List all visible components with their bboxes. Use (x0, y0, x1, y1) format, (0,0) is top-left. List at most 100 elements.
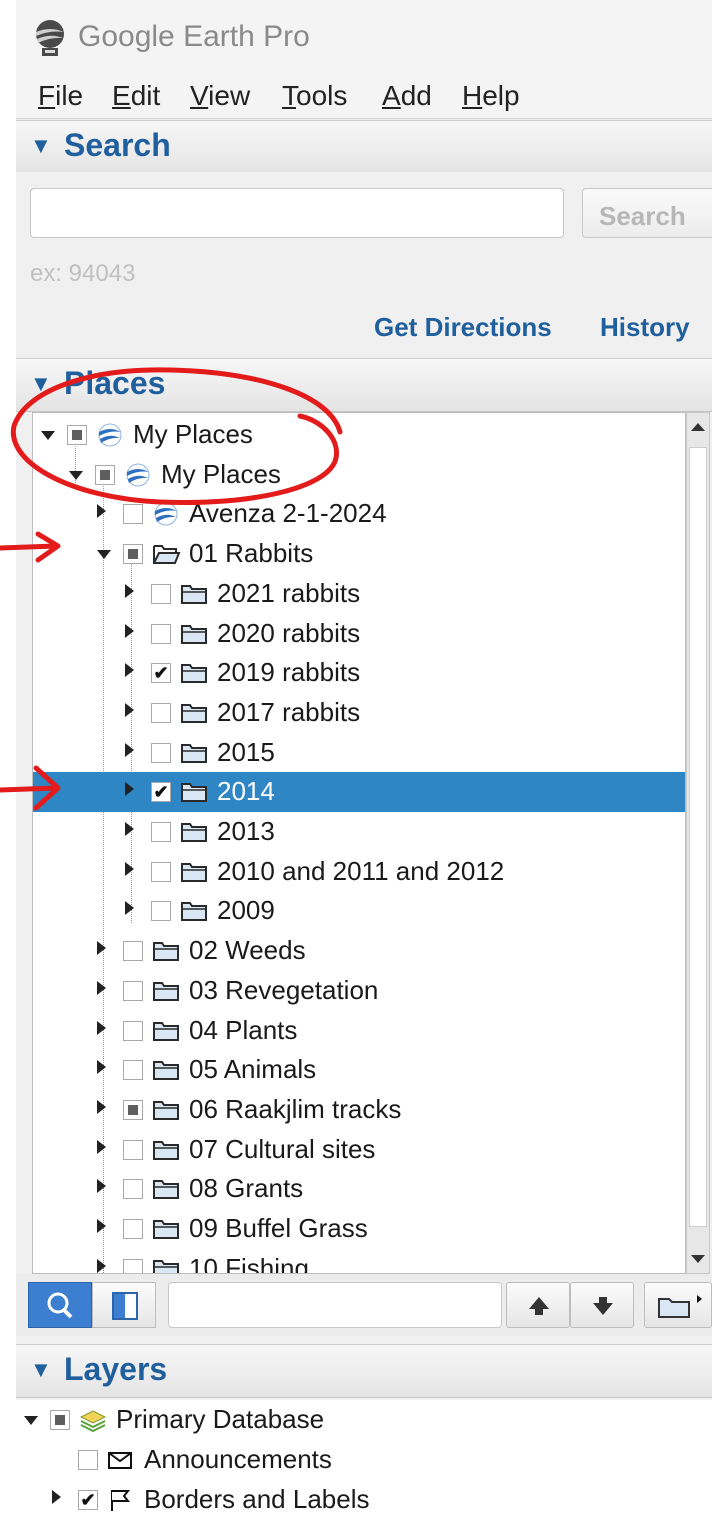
expand-right-arrow-icon[interactable] (97, 980, 106, 995)
visibility-checkbox[interactable]: ✔ (78, 1490, 98, 1510)
expand-right-arrow-icon[interactable] (97, 1099, 106, 1114)
expand-right-arrow-icon[interactable] (97, 1219, 106, 1233)
tree-row[interactable]: 02 Weeds (33, 931, 685, 971)
scroll-up-arrow-icon[interactable] (691, 423, 705, 431)
menu-file[interactable]: File (38, 80, 83, 112)
tree-row[interactable]: 2021 rabbits (33, 574, 685, 614)
tree-row[interactable]: 2010 and 2011 and 2012 (33, 852, 685, 892)
scroll-thumb[interactable] (689, 447, 707, 1227)
expand-right-arrow-icon[interactable] (52, 1490, 61, 1504)
visibility-checkbox[interactable] (123, 941, 143, 962)
visibility-checkbox[interactable] (67, 425, 87, 445)
tree-row[interactable]: Primary Database (16, 1400, 670, 1440)
expand-right-arrow-icon[interactable] (97, 1179, 106, 1194)
tree-row[interactable]: 2015 (33, 733, 685, 773)
visibility-checkbox[interactable] (123, 504, 143, 525)
expand-right-arrow-icon[interactable] (97, 504, 106, 519)
layers-panel-header[interactable]: ▼ Layers (16, 1344, 712, 1398)
expand-down-arrow-icon[interactable] (97, 550, 111, 560)
tree-row[interactable]: 2009 (33, 891, 685, 931)
expand-right-arrow-icon[interactable] (125, 623, 134, 638)
visibility-checkbox[interactable]: ✔ (151, 782, 171, 803)
visibility-checkbox[interactable] (123, 1179, 143, 1200)
visibility-checkbox[interactable] (123, 1219, 143, 1239)
visibility-checkbox[interactable]: ✔ (151, 663, 171, 684)
visibility-checkbox[interactable] (123, 1139, 143, 1160)
expand-down-arrow-icon[interactable] (24, 1416, 38, 1425)
tree-row[interactable]: 06 Raakjlim tracks (33, 1090, 685, 1130)
tree-row[interactable]: 08 Grants (33, 1169, 685, 1209)
expand-right-arrow-icon[interactable] (125, 663, 134, 678)
menu-view[interactable]: View (190, 80, 250, 112)
tree-row[interactable]: My Places (33, 415, 685, 455)
expand-right-arrow-icon[interactable] (125, 583, 134, 598)
expand-right-arrow-icon[interactable] (97, 1060, 106, 1075)
visibility-checkbox[interactable] (151, 623, 171, 644)
expand-right-arrow-icon[interactable] (97, 941, 106, 956)
visibility-checkbox[interactable] (151, 822, 171, 842)
move-up-button[interactable] (506, 1282, 570, 1328)
places-tree[interactable]: My Places My Places Avenza 2-1-2024 01 Rabb… (32, 412, 686, 1274)
split-view-toggle[interactable] (92, 1282, 156, 1328)
places-filter-input[interactable] (168, 1282, 502, 1328)
tree-row[interactable]: 04 Plants (33, 1011, 685, 1051)
menu-tools[interactable]: Tools (282, 80, 347, 112)
visibility-checkbox[interactable] (151, 861, 171, 882)
search-places-toggle[interactable] (28, 1282, 92, 1328)
get-directions-link[interactable]: Get Directions (374, 312, 552, 343)
visibility-checkbox[interactable] (123, 980, 143, 1001)
menu-help[interactable]: Help (462, 80, 520, 112)
expand-right-arrow-icon[interactable] (125, 861, 134, 876)
tree-row[interactable]: ✔ Borders and Labels (16, 1480, 670, 1520)
expand-right-arrow-icon[interactable] (97, 1139, 106, 1154)
places-scrollbar[interactable] (686, 412, 710, 1274)
search-button[interactable]: Search (582, 188, 712, 238)
scroll-down-arrow-icon[interactable] (691, 1255, 705, 1263)
visibility-checkbox[interactable] (151, 583, 171, 604)
visibility-checkbox[interactable] (123, 1060, 143, 1081)
places-panel-header[interactable]: ▼ Places (16, 358, 712, 412)
expand-right-arrow-icon[interactable] (125, 782, 134, 797)
expand-right-arrow-icon[interactable] (97, 1258, 106, 1273)
tree-row[interactable]: 03 Revegetation (33, 971, 685, 1011)
expand-right-arrow-icon[interactable] (97, 1020, 106, 1035)
tree-row[interactable]: 10 Fishing (33, 1249, 685, 1273)
visibility-checkbox[interactable] (50, 1410, 70, 1430)
expand-right-arrow-icon[interactable] (125, 742, 134, 757)
tree-row-selected[interactable]: ✔ 2014 (33, 772, 685, 813)
expand-right-arrow-icon[interactable] (125, 702, 134, 717)
menu-add[interactable]: Add (382, 80, 432, 112)
layers-tree[interactable]: Primary Database Announcements ✔ Borders an… (16, 1400, 712, 1515)
move-down-button[interactable] (570, 1282, 634, 1328)
google-earth-logo-icon (36, 20, 64, 56)
tree-row[interactable]: 2013 (33, 812, 685, 852)
tree-row[interactable]: 07 Cultural sites (33, 1130, 685, 1170)
visibility-checkbox[interactable] (95, 464, 115, 485)
new-folder-button[interactable] (644, 1282, 712, 1328)
search-input[interactable] (30, 188, 564, 238)
menu-edit[interactable]: Edit (112, 80, 160, 112)
visibility-checkbox[interactable] (123, 1258, 143, 1273)
tree-row[interactable]: Announcements (16, 1440, 670, 1480)
visibility-checkbox[interactable] (123, 1020, 143, 1041)
tree-row[interactable]: ✔ 2019 rabbits (33, 653, 685, 693)
visibility-checkbox[interactable] (123, 544, 143, 565)
tree-row[interactable]: 2020 rabbits (33, 614, 685, 654)
tree-row[interactable]: My Places (33, 455, 685, 495)
tree-row[interactable]: Avenza 2-1-2024 (33, 494, 685, 534)
expand-right-arrow-icon[interactable] (125, 822, 134, 836)
search-panel-header[interactable]: ▼ Search (16, 120, 712, 174)
history-link[interactable]: History (600, 312, 690, 343)
expand-right-arrow-icon[interactable] (125, 901, 134, 916)
visibility-checkbox[interactable] (123, 1099, 143, 1120)
tree-row[interactable]: 05 Animals (33, 1050, 685, 1090)
tree-row[interactable]: 09 Buffel Grass (33, 1209, 685, 1249)
tree-row[interactable]: 2017 rabbits (33, 693, 685, 733)
visibility-checkbox[interactable] (151, 742, 171, 763)
visibility-checkbox[interactable] (151, 901, 171, 922)
visibility-checkbox[interactable] (151, 702, 171, 723)
tree-row[interactable]: 01 Rabbits (33, 534, 685, 574)
visibility-checkbox[interactable] (78, 1450, 98, 1470)
expand-down-arrow-icon[interactable] (41, 431, 55, 440)
expand-down-arrow-icon[interactable] (69, 470, 83, 480)
